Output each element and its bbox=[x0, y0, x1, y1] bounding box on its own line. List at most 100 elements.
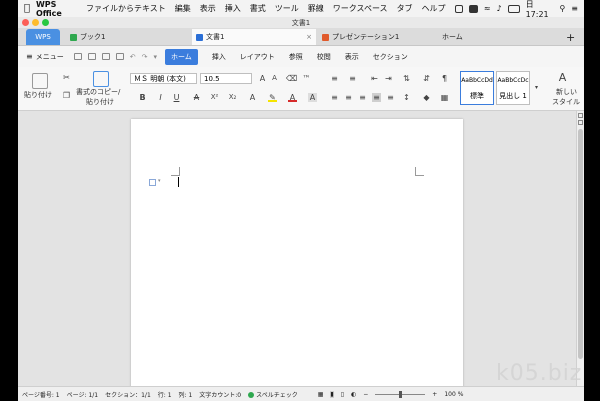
phonetic-guide-icon[interactable]: ™ bbox=[302, 74, 311, 83]
increase-indent-icon[interactable]: ⇥ bbox=[384, 74, 393, 83]
align-right-icon[interactable]: ≡ bbox=[358, 93, 367, 102]
document-canvas[interactable]: ▾ bbox=[18, 111, 576, 389]
tab-wps[interactable]: WPS bbox=[26, 29, 60, 45]
menu-edit[interactable]: 編集 bbox=[175, 3, 191, 14]
bullets-icon[interactable]: ≡ bbox=[330, 74, 339, 83]
font-name-select[interactable]: ＭＳ 明朝 (本文) bbox=[130, 73, 197, 84]
read-view-icon[interactable]: ▯ bbox=[341, 391, 344, 398]
bold-icon[interactable]: B bbox=[138, 93, 147, 102]
print-preview-icon[interactable] bbox=[115, 53, 124, 60]
font-size-select[interactable]: 10.5 bbox=[200, 73, 252, 84]
menu-insert[interactable]: 挿入 bbox=[225, 3, 241, 14]
tab-home[interactable]: ホーム bbox=[438, 29, 556, 45]
battery-icon[interactable] bbox=[507, 4, 520, 13]
shrink-font-icon[interactable]: A bbox=[270, 74, 279, 83]
zoom-in-icon[interactable]: + bbox=[432, 391, 437, 398]
distributed-icon[interactable]: ≡ bbox=[386, 93, 395, 102]
paste-button-label[interactable]: 貼り付け bbox=[24, 90, 52, 100]
sort-icon[interactable]: ⇵ bbox=[422, 74, 431, 83]
shading-icon[interactable]: ◆ bbox=[422, 93, 431, 102]
app-name-menu[interactable]: WPS Office bbox=[36, 0, 76, 18]
ribbon-tab-view[interactable]: 表示 bbox=[345, 52, 359, 62]
quick-access-dropdown-icon[interactable]: ▾ bbox=[153, 53, 157, 61]
style-normal[interactable]: AaBbCcDd 標準 bbox=[460, 71, 494, 105]
menu-view[interactable]: 表示 bbox=[200, 3, 216, 14]
paragraph-options-dropdown-icon[interactable]: ▾ bbox=[158, 178, 161, 184]
print-icon[interactable] bbox=[101, 53, 110, 60]
menu-tools[interactable]: ツール bbox=[275, 3, 299, 14]
undo-icon[interactable]: ↶ bbox=[130, 53, 136, 61]
menu-format[interactable]: 書式 bbox=[250, 3, 266, 14]
format-painter-label-1[interactable]: 書式のコピー/ bbox=[76, 87, 120, 97]
status-section[interactable]: セクション：1/1 bbox=[105, 390, 151, 399]
document-page[interactable]: ▾ bbox=[131, 119, 463, 389]
paste-icon[interactable] bbox=[32, 73, 48, 89]
new-style-label-2[interactable]: スタイル bbox=[552, 97, 580, 107]
clock[interactable]: 日 17:21 bbox=[526, 0, 554, 19]
italic-icon[interactable]: I bbox=[156, 93, 165, 102]
spotlight-icon[interactable]: ⚲ bbox=[559, 4, 565, 13]
paragraph-options-icon[interactable] bbox=[149, 179, 156, 186]
numbering-icon[interactable]: ≡ bbox=[348, 74, 357, 83]
menu-table[interactable]: 罫線 bbox=[308, 3, 324, 14]
display-icon[interactable] bbox=[469, 4, 478, 13]
apple-icon[interactable]:  bbox=[18, 3, 36, 14]
status-page-number[interactable]: ページ番号: 1 bbox=[22, 390, 60, 399]
justify-icon[interactable]: ≡ bbox=[372, 93, 381, 102]
align-center-icon[interactable]: ≡ bbox=[344, 93, 353, 102]
char-shading-icon[interactable]: A bbox=[308, 93, 317, 102]
decrease-indent-icon[interactable]: ⇤ bbox=[370, 74, 379, 83]
style-heading-1[interactable]: AaBbCcDc 見出し 1 bbox=[496, 71, 530, 105]
zoom-slider-handle[interactable] bbox=[399, 391, 403, 398]
menu-file[interactable]: ファイルからテキスト bbox=[86, 3, 166, 14]
show-marks-icon[interactable]: ¶ bbox=[440, 74, 449, 83]
scroll-up-icon[interactable] bbox=[578, 113, 583, 118]
cut-icon[interactable]: ✂ bbox=[62, 73, 71, 82]
status-zoom[interactable]: 100 % bbox=[444, 391, 463, 398]
ribbon-tab-section[interactable]: セクション bbox=[373, 52, 408, 62]
superscript-icon[interactable]: X² bbox=[210, 93, 219, 102]
new-style-label-1[interactable]: 新しい bbox=[556, 87, 577, 97]
highlight-color-icon[interactable]: ✎ bbox=[268, 93, 277, 102]
borders-icon[interactable]: ▦ bbox=[440, 93, 449, 102]
format-painter-icon[interactable] bbox=[93, 71, 109, 87]
scroll-split-icon[interactable] bbox=[578, 120, 583, 125]
font-color-icon[interactable]: A bbox=[288, 93, 297, 102]
align-left-icon[interactable]: ≡ bbox=[330, 93, 339, 102]
line-spacing-icon[interactable]: ↕ bbox=[402, 93, 411, 102]
main-menu-button[interactable]: メニュー bbox=[36, 52, 64, 62]
text-effect-icon[interactable]: A bbox=[248, 93, 257, 102]
grow-font-icon[interactable]: A bbox=[258, 74, 267, 83]
tab-book1[interactable]: ブック1 bbox=[66, 29, 190, 45]
spell-check-icon[interactable] bbox=[248, 391, 255, 398]
notification-icon[interactable]: ≡ bbox=[571, 4, 578, 13]
close-tab-icon[interactable]: × bbox=[306, 33, 312, 41]
page-view-icon[interactable]: ▮ bbox=[330, 391, 334, 398]
new-style-icon[interactable]: A bbox=[558, 72, 567, 83]
open-folder-icon[interactable] bbox=[73, 53, 82, 60]
menu-tab[interactable]: タブ bbox=[397, 3, 413, 14]
underline-icon[interactable]: U bbox=[172, 93, 181, 102]
menu-help[interactable]: ヘルプ bbox=[422, 3, 446, 14]
status-word-count[interactable]: 文字カウント:0 bbox=[199, 390, 241, 399]
strikethrough-icon[interactable]: A bbox=[192, 93, 201, 102]
styles-gallery-down-icon[interactable]: ▾ bbox=[532, 83, 541, 92]
clear-format-icon[interactable]: ⌫ bbox=[286, 74, 297, 83]
ribbon-tab-home[interactable]: ホーム bbox=[164, 48, 198, 65]
ribbon-tab-references[interactable]: 参照 bbox=[289, 52, 303, 62]
copy-icon[interactable]: ❐ bbox=[62, 91, 71, 100]
status-column[interactable]: 列: 1 bbox=[179, 390, 193, 399]
focus-mode-icon[interactable]: ▦ bbox=[318, 391, 324, 398]
ribbon-tab-review[interactable]: 校閲 bbox=[317, 52, 331, 62]
status-spell-check[interactable]: スペルチェック bbox=[256, 390, 298, 399]
scrollbar-thumb[interactable] bbox=[578, 129, 583, 359]
vertical-scrollbar[interactable] bbox=[576, 111, 584, 386]
web-view-icon[interactable]: ◐ bbox=[351, 391, 356, 398]
status-page[interactable]: ページ: 1/1 bbox=[67, 390, 98, 399]
tab-document1[interactable]: 文書1 × bbox=[192, 29, 316, 45]
save-icon[interactable] bbox=[87, 53, 96, 60]
screen-icon[interactable] bbox=[454, 4, 464, 13]
wifi-icon[interactable]: ≈ bbox=[484, 4, 491, 13]
menu-workspace[interactable]: ワークスペース bbox=[333, 3, 388, 14]
subscript-icon[interactable]: X₂ bbox=[228, 93, 237, 102]
